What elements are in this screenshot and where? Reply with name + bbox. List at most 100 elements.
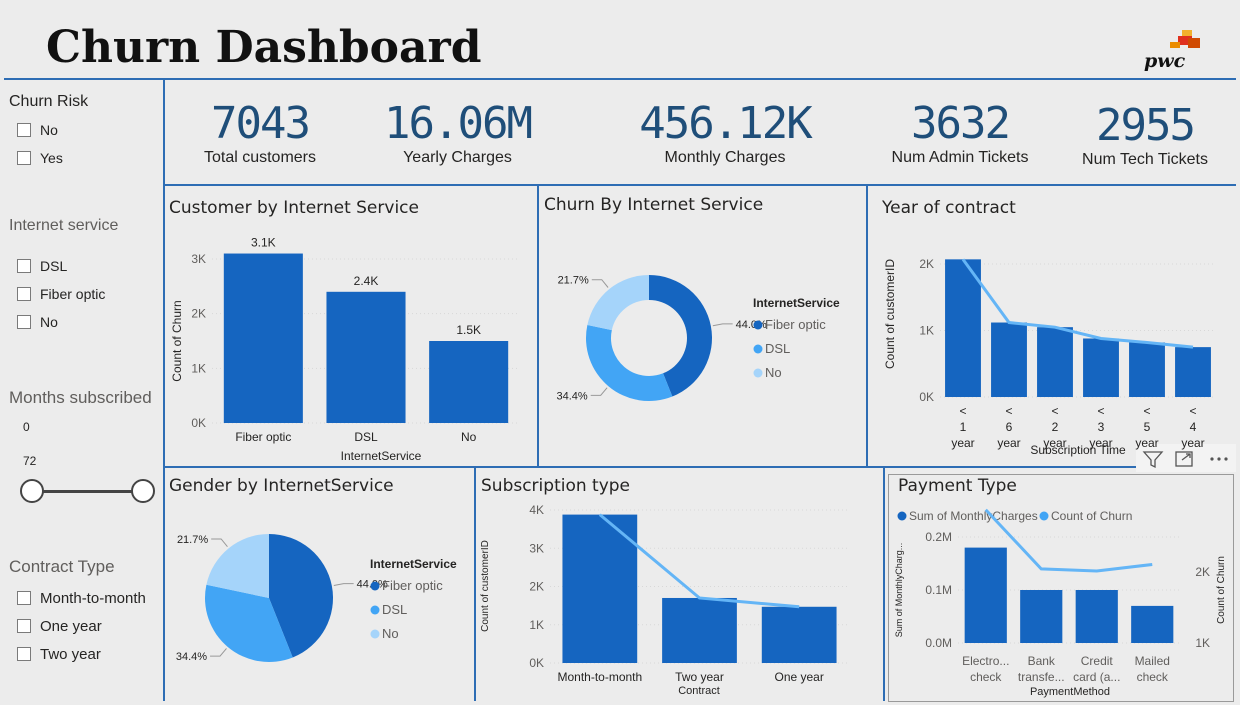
x-tick-label: 1 xyxy=(960,420,967,434)
checkbox-no-internet[interactable]: No xyxy=(17,311,159,333)
data-label: 34.4% xyxy=(556,390,587,402)
kpi-value: 3632 xyxy=(911,98,1011,149)
x-tick-label: year xyxy=(997,436,1020,450)
checkbox-box[interactable] xyxy=(17,287,31,301)
checkbox-churn-no[interactable]: No xyxy=(17,119,159,141)
chart-customer-by-internet: 0K 1K 2K 3K 3.1K Fiber optic 2.4K DSL 1.5K No Coun… xyxy=(170,236,520,463)
checkbox-box[interactable] xyxy=(17,123,31,137)
kpi-divider xyxy=(165,184,1236,186)
y2-tick-label: 1K xyxy=(1195,636,1210,650)
checkbox-box[interactable] xyxy=(17,315,31,329)
legend-label: Sum of MonthlyCharges xyxy=(909,509,1038,523)
x-tick-label: < xyxy=(959,404,966,418)
checkbox-dsl[interactable]: DSL xyxy=(17,255,159,277)
x-tick-label: 3 xyxy=(1098,420,1105,434)
y-tick-label: 0K xyxy=(919,390,934,404)
range-slider-track[interactable] xyxy=(31,490,143,493)
legend-label: No xyxy=(765,365,782,380)
x-tick-label: 5 xyxy=(1144,420,1151,434)
checkbox-label: No xyxy=(40,314,58,330)
x-tick-label: Credit xyxy=(1081,654,1114,668)
checkbox-fiber-optic[interactable]: Fiber optic xyxy=(17,283,159,305)
checkbox-box[interactable] xyxy=(17,619,31,633)
leader-line xyxy=(591,279,609,288)
checkbox-box[interactable] xyxy=(17,151,31,165)
chart-gender: 44.0%34.4%21.7%InternetServiceFiber opti… xyxy=(176,534,457,663)
range-slider-min-handle[interactable] xyxy=(20,479,44,503)
y-tick-label: 4K xyxy=(529,503,544,517)
slicer-internet-service: Internet service DSL Fiber optic No xyxy=(9,217,159,333)
checkbox-box[interactable] xyxy=(17,591,31,605)
y-axis-title: Count of Churn xyxy=(170,300,184,381)
legend-marker xyxy=(753,368,763,378)
bar xyxy=(964,547,1007,643)
data-label: 34.4% xyxy=(176,651,207,663)
x-tick-label: year xyxy=(1181,436,1204,450)
header-divider xyxy=(4,78,1236,80)
kpi-label: Monthly Charges xyxy=(664,149,786,166)
y-tick-label: 2K xyxy=(191,307,206,321)
y-tick-label: 3K xyxy=(191,252,206,266)
chart-title-customer-by-internet: Customer by Internet Service xyxy=(169,198,419,218)
y-tick-label: 0.2M xyxy=(925,530,952,544)
checkbox-one-year[interactable]: One year xyxy=(17,615,163,637)
checkbox-box[interactable] xyxy=(17,259,31,273)
x-tick-label: Electro... xyxy=(962,654,1009,668)
range-slider-max-handle[interactable] xyxy=(131,479,155,503)
checkbox-two-year[interactable]: Two year xyxy=(17,643,163,665)
y-tick-label: 2K xyxy=(529,580,544,594)
y-axis-title: Sum of MonthlyCharg... xyxy=(894,543,904,638)
checkbox-box[interactable] xyxy=(17,647,31,661)
legend-marker xyxy=(370,605,380,615)
x-tick-label: card (a... xyxy=(1073,670,1120,684)
chart-title-churn-by-internet: Churn By Internet Service xyxy=(544,195,764,215)
chart-churn-by-internet: 44.0%34.4%21.7%InternetServiceFiber opti… xyxy=(556,275,840,403)
data-label: 21.7% xyxy=(558,275,589,287)
range-max-value: 72 xyxy=(23,454,37,468)
checkbox-label: DSL xyxy=(40,258,68,274)
checkbox-month-to-month[interactable]: Month-to-month xyxy=(17,587,163,609)
checkbox-churn-yes[interactable]: Yes xyxy=(17,147,159,169)
x-tick-label: Fiber optic xyxy=(235,430,291,444)
data-label: 21.7% xyxy=(177,534,208,546)
bar xyxy=(945,259,981,397)
legend-label: DSL xyxy=(765,341,790,356)
y-tick-label: 3K xyxy=(529,541,544,555)
x-tick-label: 2 xyxy=(1052,420,1059,434)
x-tick-label: Mailed xyxy=(1135,654,1170,668)
y-tick-label: 0K xyxy=(529,656,544,670)
leader-line xyxy=(211,538,228,548)
bar xyxy=(223,253,303,423)
kpi-label: Total customers xyxy=(203,149,317,166)
data-label: 1.5K xyxy=(456,323,481,337)
legend-marker xyxy=(370,581,380,591)
checkbox-label: Fiber optic xyxy=(40,286,106,302)
kpi-label: Yearly Charges xyxy=(403,149,512,166)
legend-marker xyxy=(753,320,763,330)
chart-year-of-contract: 0K1K2K<1year<6year<2year<3year<5year<4ye… xyxy=(883,257,1216,457)
legend-label: No xyxy=(382,626,399,641)
legend-marker xyxy=(1039,511,1049,521)
x-axis-title: Subscription Time xyxy=(1030,443,1126,457)
bar xyxy=(1131,605,1174,643)
x-tick-label: 4 xyxy=(1190,420,1197,434)
checkbox-label: Month-to-month xyxy=(40,589,146,607)
slicer-months-subscribed: Months subscribed 0 72 xyxy=(9,388,163,503)
leader-line xyxy=(590,387,608,396)
bar xyxy=(1037,327,1073,397)
y2-axis-title: Count of Churn xyxy=(1216,556,1227,624)
y-axis-title: Count of customerID xyxy=(480,540,491,632)
legend-marker xyxy=(897,511,907,521)
kpi-yearly-charges: 16.06M Yearly Charges xyxy=(360,98,555,167)
x-tick-label: check xyxy=(1137,670,1169,684)
bar xyxy=(326,291,406,423)
data-label: 3.1K xyxy=(251,236,276,250)
x-axis-title: InternetService xyxy=(341,449,422,463)
kpi-label: Num Tech Tickets xyxy=(1082,151,1208,168)
bar xyxy=(1083,338,1119,397)
y-tick-label: 1K xyxy=(919,324,934,338)
y-tick-label: 1K xyxy=(191,361,206,375)
x-tick-label: < xyxy=(1189,404,1196,418)
x-tick-label: No xyxy=(461,430,477,444)
y-tick-label: 1K xyxy=(529,618,544,632)
